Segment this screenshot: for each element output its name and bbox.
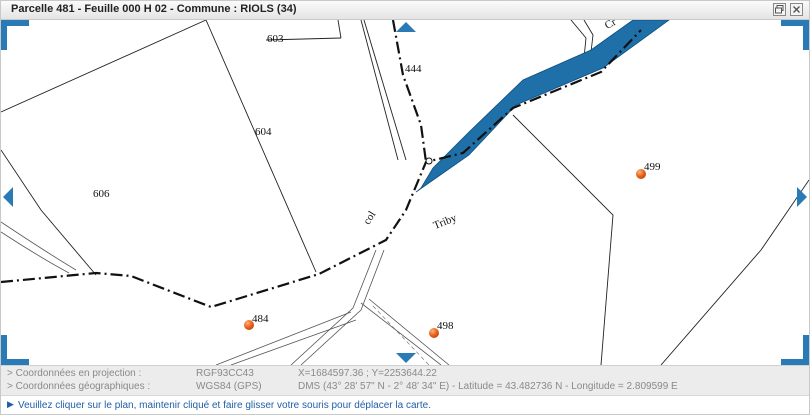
play-arrow-icon: ▶ bbox=[7, 399, 14, 409]
parcel-label: 606 bbox=[93, 188, 110, 200]
coordinates-panel: > Coordonnées en projection : RGF93CC43 … bbox=[1, 365, 809, 396]
parcel-label: 603 bbox=[267, 33, 284, 45]
frame-corner-bottom-right bbox=[781, 335, 809, 365]
projection-value: X=1684597.36 ; Y=2253644.22 bbox=[298, 368, 437, 379]
pan-right-arrow-icon[interactable] bbox=[795, 185, 809, 209]
title-bar: Parcelle 481 - Feuille 000 H 02 - Commun… bbox=[1, 1, 809, 20]
parcel-marker[interactable] bbox=[429, 328, 439, 338]
frame-corner-bottom-left bbox=[1, 335, 29, 365]
parcel-label: 499 bbox=[644, 161, 661, 173]
hint-text: Veuillez cliquer sur le plan, maintenir … bbox=[18, 400, 431, 411]
projection-label: > Coordonnées en projection : bbox=[7, 368, 142, 379]
map-window: Parcelle 481 - Feuille 000 H 02 - Commun… bbox=[0, 0, 810, 415]
parcel-label: 498 bbox=[437, 320, 454, 332]
pan-down-arrow-icon[interactable] bbox=[394, 351, 418, 365]
projection-system: RGF93CC43 bbox=[196, 368, 254, 379]
pan-left-arrow-icon[interactable] bbox=[1, 185, 15, 209]
close-icon[interactable] bbox=[790, 3, 803, 16]
geographic-row: > Coordonnées géographiques : WGS84 (GPS… bbox=[1, 381, 809, 395]
cadastre-map[interactable]: 603 444 604 606 499 484 498 col Triby Cr bbox=[1, 20, 809, 365]
parcel-marker[interactable] bbox=[244, 320, 254, 330]
geographic-label: > Coordonnées géographiques : bbox=[7, 381, 151, 392]
pan-up-arrow-icon[interactable] bbox=[394, 20, 418, 34]
parcel-label: 604 bbox=[255, 126, 272, 138]
frame-corner-top-left bbox=[1, 20, 29, 50]
hint-bar: ▶ Veuillez cliquer sur le plan, mainteni… bbox=[1, 395, 809, 414]
frame-corner-top-right bbox=[781, 20, 809, 50]
projection-row: > Coordonnées en projection : RGF93CC43 … bbox=[1, 368, 809, 382]
parcel-label: 444 bbox=[405, 63, 422, 75]
restore-icon[interactable] bbox=[773, 3, 786, 16]
parcel-marker[interactable] bbox=[636, 169, 646, 179]
parcel-label: 484 bbox=[252, 313, 269, 325]
geographic-value: DMS (43° 28' 57" N - 2° 48' 34" E) - Lat… bbox=[298, 381, 678, 392]
window-title: Parcelle 481 - Feuille 000 H 02 - Commun… bbox=[11, 3, 297, 15]
geographic-system: WGS84 (GPS) bbox=[196, 381, 262, 392]
